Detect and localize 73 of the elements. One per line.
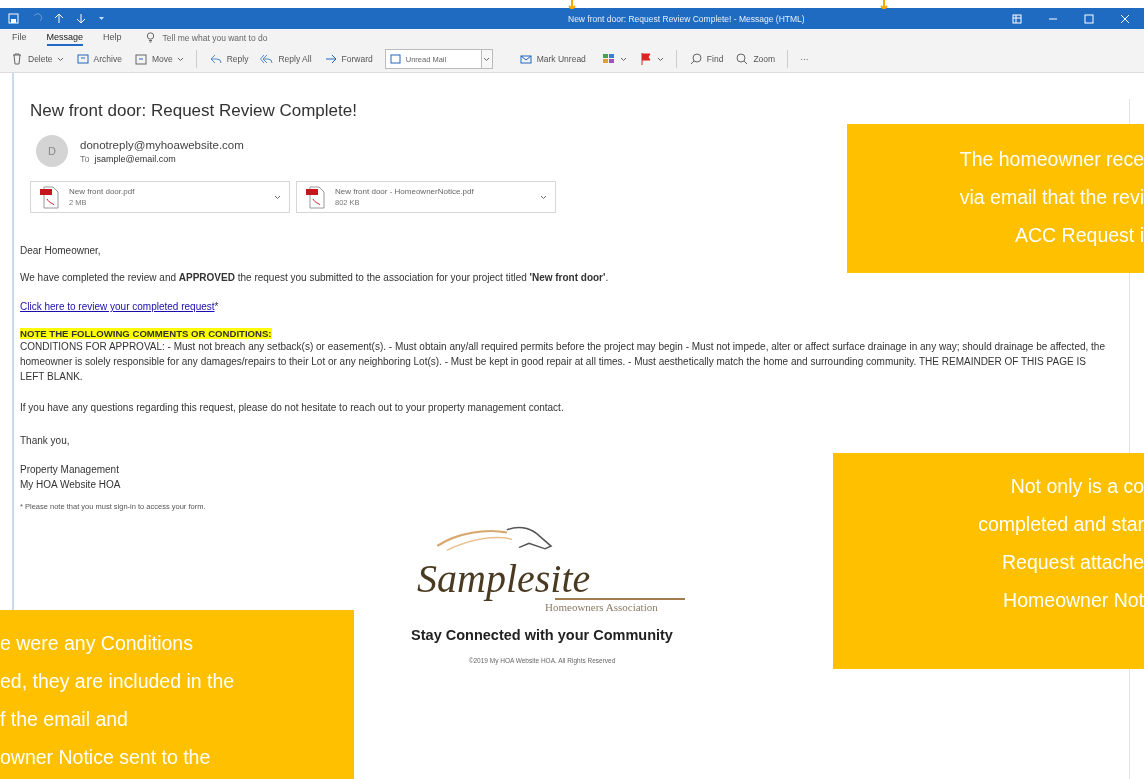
trash-icon <box>10 52 24 66</box>
link-footnote-mark: * <box>214 301 219 312</box>
callout-text: owner Notice sent to the <box>0 745 211 770</box>
signature-line: Property Management <box>20 463 119 477</box>
callout-text: The homeowner rece <box>959 147 1144 172</box>
callout-text: ed, they are included in the <box>0 669 235 694</box>
up-arrow-icon[interactable] <box>54 13 64 24</box>
search-icon <box>688 52 703 66</box>
menu-tab[interactable]: File <box>12 29 27 46</box>
to-label: To <box>80 153 90 164</box>
menu-tab[interactable]: Help <box>103 29 122 46</box>
zoom-icon <box>735 52 750 66</box>
ribbon-display-icon[interactable] <box>1012 13 1022 24</box>
greeting: Dear Homeowner, <box>20 244 102 258</box>
caret-icon <box>483 56 491 62</box>
reply-all-icon <box>260 52 275 66</box>
callout-text: Request attache <box>1002 550 1144 575</box>
lightbulb-icon <box>145 32 155 43</box>
reply-icon <box>208 52 223 66</box>
tagline: Stay Connected with your Community <box>411 627 673 643</box>
envelope-icon <box>389 54 401 64</box>
thanks-line: Thank you, <box>20 434 71 448</box>
flag-icon <box>638 52 653 66</box>
attachment-name: New front door - HomeownerNotice.pdf <box>335 187 475 196</box>
sender-address: donotreply@myhoawebsite.com <box>80 138 244 151</box>
logo-text: Samplesite <box>417 557 591 601</box>
callout-text: completed and star <box>978 512 1144 537</box>
toolbar-button[interactable]: Reply <box>208 52 249 66</box>
pdf-file-icon <box>39 185 61 209</box>
forward-icon <box>323 52 338 66</box>
maximize-icon[interactable] <box>1084 13 1094 24</box>
toolbar-button[interactable]: Archive <box>75 52 122 66</box>
scroll-caret-button[interactable] <box>480 50 492 68</box>
caret-icon <box>274 194 281 200</box>
conditions-paragraph: CONDITIONS FOR APPROVAL: - Must not breach any setback(s) or easement(s). - Must obtain any/all required permits before the project may begin - Must not impede, alter or affect surface drainage in any way; should drainage be affected, the homeowner is solely responsible for any damages/repairs to their Lot or any neighboring Lot(s). - Must be kept in good repair at all times. - Must aesthetically match the home and surrounding community. THE REMAINDER OF THIS PAGE IS LEFT BLANK. <box>20 340 1106 384</box>
pdf-file-icon <box>305 185 327 209</box>
customize-caret-icon[interactable] <box>98 16 105 21</box>
down-arrow-icon[interactable] <box>76 13 86 24</box>
toolbar-icon-button[interactable] <box>638 52 664 66</box>
toolbar-button[interactable]: Reply All <box>260 52 312 66</box>
toolbar-button[interactable]: Find <box>688 52 724 66</box>
toolbar-button[interactable]: Zoom <box>735 52 776 66</box>
callout-text: Homeowner Not <box>1003 588 1144 613</box>
questions-paragraph: If you have any questions regarding this request, please do not hesitate to reach out to your property management contact. <box>20 401 565 415</box>
close-icon[interactable] <box>1120 13 1130 24</box>
archive-icon <box>75 52 90 66</box>
window-title: New front door: Request Review Complete! - Message (HTML) <box>568 13 805 24</box>
email-subject: New front door: Request Review Complete! <box>30 101 358 121</box>
toolbar-button[interactable]: Move <box>133 52 184 66</box>
tell-me-field[interactable]: Tell me what you want to do <box>162 32 268 43</box>
callout-text: f the email and <box>0 707 128 732</box>
callout-text: Not only is a co <box>1010 474 1144 499</box>
review-link[interactable]: Click here to review your completed request <box>20 301 215 312</box>
callout-text: via email that the revi <box>959 185 1144 210</box>
caret-icon <box>540 194 547 200</box>
save-icon[interactable] <box>8 13 19 24</box>
intro-paragraph: We have completed the review and APPROVED the request you submitted to the association for your project titled 'New front door'. <box>20 271 610 285</box>
toolbar-button[interactable]: ··· <box>800 54 809 64</box>
recipient-address: jsample@email.com <box>94 153 176 164</box>
conditions-heading: NOTE THE FOLLOWING COMMENTS OR CONDITIONS: <box>20 328 272 339</box>
toolbar-button[interactable]: Forward <box>323 52 373 66</box>
folder-icon <box>133 52 148 66</box>
toolbar-button[interactable]: Mark Unread <box>518 52 586 66</box>
toolbar-button[interactable]: Delete <box>10 52 64 66</box>
attachment-name: New front door.pdf <box>69 187 136 196</box>
callout-text: e were any Conditions <box>0 631 193 656</box>
category-grid-icon <box>601 52 616 66</box>
sender-avatar: D <box>36 135 68 167</box>
logo-subtitle: Homeowners Association <box>545 601 658 613</box>
toolbar-icon-button[interactable] <box>601 52 627 66</box>
signature-line: My HOA Website HOA <box>20 478 121 492</box>
envelope-icon <box>518 52 533 66</box>
callout-text: ACC Request i <box>1015 223 1144 248</box>
